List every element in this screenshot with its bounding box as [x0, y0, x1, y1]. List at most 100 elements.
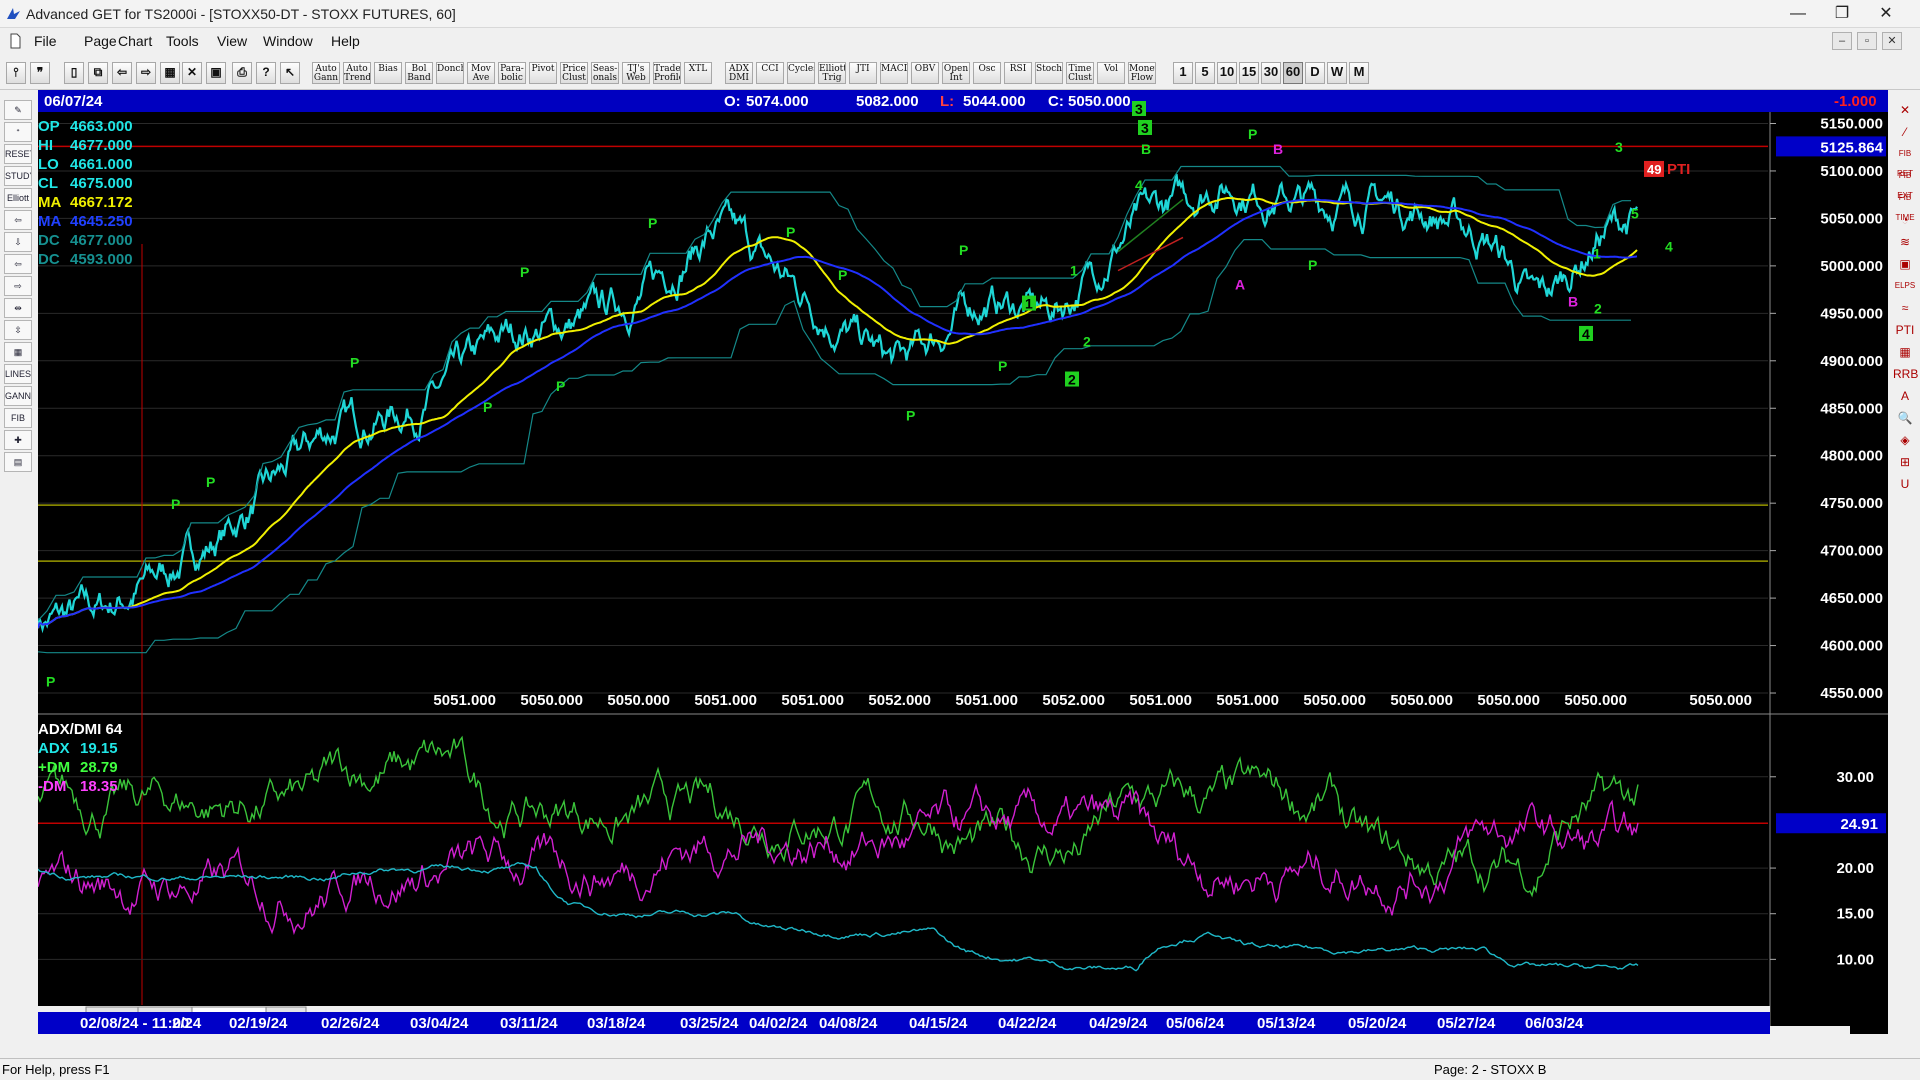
study-button-vol[interactable]: Vol	[1097, 62, 1125, 84]
study-button-elliott-trig[interactable]: Elliott Trig	[818, 62, 846, 84]
right-tool-5-icon[interactable]: ◔	[1893, 210, 1917, 230]
study-button-obv[interactable]: OBV	[911, 62, 939, 84]
cross-icon[interactable]: ✕	[182, 62, 202, 84]
forward-icon[interactable]: ⇨	[136, 62, 156, 84]
study-button-price-clust[interactable]: Price Clust	[560, 62, 588, 84]
study-button-adx-dmi[interactable]: ADX DMI	[725, 62, 753, 84]
chart-svg[interactable]: 06/07/24 O: 5074.000 5082.000 L: 5044.00…	[38, 90, 1888, 1034]
right-tool-12-icon[interactable]: RRB	[1893, 364, 1918, 384]
left-tool-2-icon[interactable]: RESET	[4, 144, 32, 164]
info-value-cl: 4675.000	[70, 175, 133, 192]
study-button-stoch[interactable]: Stoch	[1035, 62, 1063, 84]
interval-button-10[interactable]: 10	[1217, 62, 1237, 84]
study-button-tj-s-web[interactable]: TJ's Web	[622, 62, 650, 84]
left-tool-4-icon[interactable]: Elliott	[4, 188, 32, 208]
right-tool-9-icon[interactable]: ≈	[1893, 298, 1917, 318]
minimize-button[interactable]: —	[1776, 0, 1820, 28]
pin-icon[interactable]: ⫯	[6, 62, 26, 84]
left-tool-11-icon[interactable]: ▦	[4, 342, 32, 362]
study-button-cycles[interactable]: Cycles	[787, 62, 815, 84]
study-button-donch[interactable]: Donch	[436, 62, 464, 84]
study-button-pivot[interactable]: Pivot	[529, 62, 557, 84]
info-value-hi: 4677.000	[70, 137, 133, 154]
study-button-money-flow[interactable]: Money Flow	[1128, 62, 1156, 84]
right-tool-2-icon[interactable]: FIB RET	[1893, 144, 1917, 178]
study-button-time-clust[interactable]: Time Clust	[1066, 62, 1094, 84]
study-button-trade-profile[interactable]: Trade Profile	[653, 62, 681, 84]
quote-icon[interactable]: ❞	[30, 62, 50, 84]
left-tool-13-icon[interactable]: GANN	[4, 386, 32, 406]
mdi-restore-button[interactable]: ▫	[1857, 32, 1877, 50]
mdi-minimize-button[interactable]: –	[1832, 32, 1852, 50]
menu-window[interactable]: Window	[263, 33, 313, 49]
right-tool-10-icon[interactable]: PTI	[1893, 320, 1917, 340]
right-tool-1-icon[interactable]: ⁄	[1893, 122, 1917, 142]
new-icon[interactable]: ▯	[64, 62, 84, 84]
study-button-para-bolic[interactable]: Para- bolic	[498, 62, 526, 84]
menu-page[interactable]: Page	[84, 33, 117, 49]
study-button-osc[interactable]: Osc	[973, 62, 1001, 84]
print-icon[interactable]: ⎙	[232, 62, 252, 84]
right-tool-11-icon[interactable]: ▦	[1893, 342, 1917, 362]
left-tool-6-icon[interactable]: ⇩	[4, 232, 32, 252]
left-tool-16-icon[interactable]: ▤	[4, 452, 32, 472]
context-help-icon[interactable]: ↖	[280, 62, 300, 84]
left-tool-9-icon[interactable]: ⇹	[4, 298, 32, 318]
left-tool-5-icon[interactable]: ⇦	[4, 210, 32, 230]
back-icon[interactable]: ⇦	[112, 62, 132, 84]
right-tool-7-icon[interactable]: ▣	[1893, 254, 1917, 274]
right-tool-17-icon[interactable]: U	[1893, 474, 1917, 494]
left-tool-15-icon[interactable]: ✚	[4, 430, 32, 450]
left-tool-7-icon[interactable]: ⇦	[4, 254, 32, 274]
left-tool-3-icon[interactable]: STUDY	[4, 166, 32, 186]
left-tool-12-icon[interactable]: LINES	[4, 364, 32, 384]
menu-tools[interactable]: Tools	[166, 33, 199, 49]
interval-button-1[interactable]: 1	[1173, 62, 1193, 84]
help-icon[interactable]: ?	[256, 62, 276, 84]
study-button-mov-ave[interactable]: Mov Ave	[467, 62, 495, 84]
left-tool-0-icon[interactable]: ✎	[4, 100, 32, 120]
copy-icon[interactable]: ⧉	[88, 62, 108, 84]
grid-icon[interactable]: ▦	[160, 62, 180, 84]
study-button-seas-onals[interactable]: Seas- onals	[591, 62, 619, 84]
interval-button-15[interactable]: 15	[1239, 62, 1259, 84]
menu-chart[interactable]: Chart	[118, 33, 152, 49]
study-button-macd[interactable]: MACD	[880, 62, 908, 84]
right-tool-3-icon[interactable]: FIB EXT	[1893, 166, 1917, 200]
interval-button-w[interactable]: W	[1327, 62, 1347, 84]
study-button-xtl[interactable]: XTL	[684, 62, 712, 84]
interval-button-d[interactable]: D	[1305, 62, 1325, 84]
left-tool-8-icon[interactable]: ⇨	[4, 276, 32, 296]
left-tool-1-icon[interactable]: ᐩ	[4, 122, 32, 142]
study-button-auto-gann[interactable]: Auto Gann	[312, 62, 340, 84]
study-button-cci[interactable]: CCI	[756, 62, 784, 84]
study-button-open-int[interactable]: Open Int	[942, 62, 970, 84]
maximize-button[interactable]: ❐	[1820, 0, 1864, 28]
right-tool-4-icon[interactable]: FIB TIME	[1893, 188, 1917, 222]
right-tool-14-icon[interactable]: 🔍	[1893, 408, 1917, 428]
right-tool-6-icon[interactable]: ≋	[1893, 232, 1917, 252]
right-tool-16-icon[interactable]: ⊞	[1893, 452, 1917, 472]
interval-button-5[interactable]: 5	[1195, 62, 1215, 84]
menu-file[interactable]: File	[34, 33, 57, 49]
left-tool-14-icon[interactable]: FIB	[4, 408, 32, 428]
study-button-jti[interactable]: JTI	[849, 62, 877, 84]
mdi-close-button[interactable]: ✕	[1882, 32, 1902, 50]
close-button[interactable]: ✕	[1864, 0, 1908, 28]
right-tool-8-icon[interactable]: ELPS	[1893, 276, 1917, 296]
right-tool-15-icon[interactable]: ◈	[1893, 430, 1917, 450]
interval-button-m[interactable]: M	[1349, 62, 1369, 84]
study-button-bias[interactable]: Bias	[374, 62, 402, 84]
menu-view[interactable]: View	[217, 33, 247, 49]
menu-help[interactable]: Help	[331, 33, 360, 49]
right-tool-13-icon[interactable]: A	[1893, 386, 1917, 406]
interval-button-30[interactable]: 30	[1261, 62, 1281, 84]
study-button-bol-band[interactable]: Bol Band	[405, 62, 433, 84]
right-tool-0-icon[interactable]: ✕	[1893, 100, 1917, 120]
interval-button-60[interactable]: 60	[1283, 62, 1303, 84]
layout-icon[interactable]: ▣	[206, 62, 226, 84]
study-button-rsi[interactable]: RSI	[1004, 62, 1032, 84]
chart-area[interactable]: 06/07/24 O: 5074.000 5082.000 L: 5044.00…	[38, 90, 1888, 1034]
study-button-auto-trend[interactable]: Auto Trend	[343, 62, 371, 84]
left-tool-10-icon[interactable]: ⇳	[4, 320, 32, 340]
